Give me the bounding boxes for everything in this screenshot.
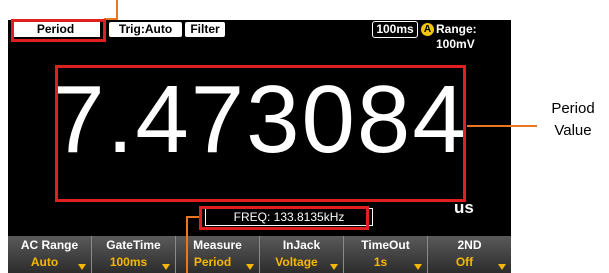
chevron-down-icon [498,264,506,270]
callout-label: Period Value [540,98,606,142]
softkey-2nd[interactable]: 2ND Off [428,236,511,273]
chevron-down-icon [414,264,422,270]
softkey-ac-range[interactable]: AC Range Auto [8,236,92,273]
rate-indicator: 100ms [372,21,418,38]
callout-line-freq [186,216,188,273]
callout-line-mode-h [104,18,118,20]
softkey-gate-time[interactable]: GateTime 100ms [92,236,176,273]
trigger-indicator: Trig:Auto [109,22,182,37]
chevron-down-icon [246,264,254,270]
range-indicator: Range: 100mV [436,22,477,51]
softkey-label: GateTime [106,238,161,252]
callout-line-mode [116,0,118,20]
softkey-injack[interactable]: InJack Voltage [260,236,344,273]
softkey-label: Measure [193,238,242,252]
callout-label-line1: Period [551,100,595,117]
highlight-freq-box [199,206,369,230]
softkey-label: TimeOut [361,238,410,252]
softkey-label: 2ND [457,238,482,252]
highlight-value-box [55,65,466,202]
chevron-down-icon [330,264,338,270]
callout-line-value [467,125,537,127]
chevron-down-icon [78,264,86,270]
softkey-measure[interactable]: Measure Period [176,236,260,273]
callout-label-line2: Value [554,122,592,139]
softkey-timeout[interactable]: TimeOut 1s [344,236,428,273]
highlight-mode-box [11,19,106,42]
filter-indicator: Filter [185,22,225,37]
softkey-bar: AC Range Auto GateTime 100ms Measure Per… [8,236,511,273]
auto-range-icon: A [421,23,434,36]
softkey-label: InJack [282,238,321,252]
softkey-label: AC Range [20,238,79,252]
chevron-down-icon [162,264,170,270]
